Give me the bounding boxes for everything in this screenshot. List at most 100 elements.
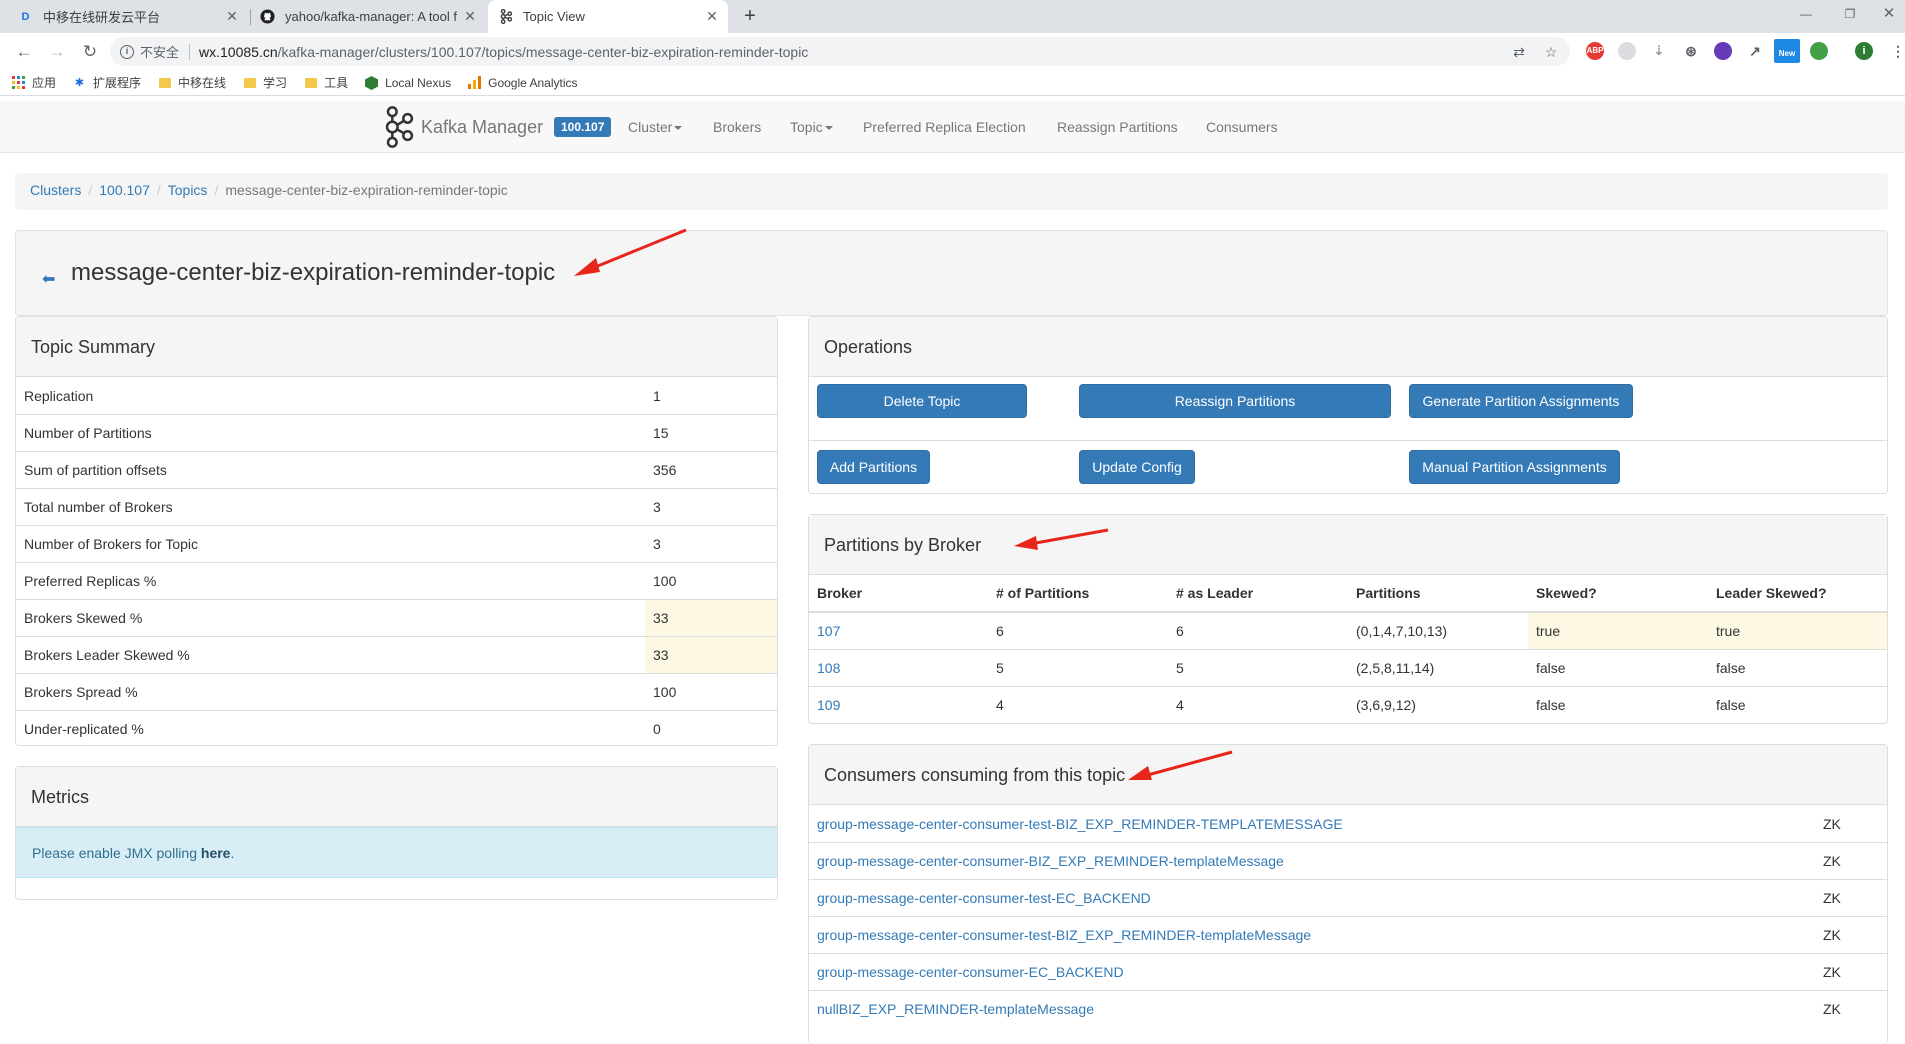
bookmark-label: 应用 [32,76,57,90]
breadcrumb-cluster[interactable]: 100.107 [99,182,150,201]
evernote-icon[interactable] [1810,42,1828,60]
address-bar[interactable]: i 不安全 wx.10085.cn/kafka-manager/clusters… [110,37,1570,66]
broker-link[interactable]: 109 [817,697,840,713]
breadcrumb-topics[interactable]: Topics [168,182,208,201]
panel-heading: Topic Summary [16,317,777,377]
breadcrumb-current: message-center-biz-expiration-reminder-t… [225,182,508,198]
nav-consumers[interactable]: Consumers [1206,101,1278,153]
summary-value: 33 [645,637,777,673]
table-row: 109 4 4 (3,6,9,12) false false [809,685,1887,723]
add-partitions-button[interactable]: Add Partitions [817,450,930,484]
panel-heading: Operations [809,317,1887,377]
summary-row: Total number of Brokers 3 [16,488,777,525]
column-header: # as Leader [1168,575,1348,613]
broker-link[interactable]: 108 [817,660,840,676]
delete-topic-button[interactable]: Delete Topic [817,384,1027,418]
consumer-link[interactable]: group-message-center-consumer-test-EC_BA… [809,890,1151,906]
reassign-partitions-button[interactable]: Reassign Partitions [1079,384,1391,418]
annotation-arrow [1014,528,1109,550]
close-tab-icon[interactable]: ✕ [704,8,720,24]
bookmark-star-icon[interactable]: ☆ [1542,43,1560,61]
nav-reassign-partitions[interactable]: Reassign Partitions [1057,101,1178,153]
extension-icon[interactable] [1618,42,1636,60]
back-icon[interactable]: ← [10,38,38,66]
back-arrow-icon[interactable]: ⬅ [42,269,55,289]
close-tab-icon[interactable]: ✕ [224,8,240,24]
bookmark-extensions[interactable]: ✱ 扩展程序 [73,74,141,91]
app-navbar: Kafka Manager 100.107 Cluster Brokers To… [0,101,1905,153]
table-cell: 6 [988,611,1168,649]
chart-extension-icon[interactable]: ↗ [1746,42,1764,60]
bookmark-folder[interactable]: 学习 [243,74,287,91]
breadcrumb-link[interactable]: 100.107 [99,182,150,198]
new-tab-button[interactable]: + [738,5,762,29]
summary-row: Number of Partitions 15 [16,414,777,451]
nav-topic-dropdown[interactable]: Topic [790,101,833,153]
summary-key: Under-replicated % [24,721,144,737]
browser-tab[interactable]: yahoo/kafka-manager: A tool f ✕ [250,0,486,33]
breadcrumb-clusters[interactable]: Clusters [30,182,81,201]
consumer-link[interactable]: group-message-center-consumer-test-BIZ_E… [809,927,1311,943]
browser-tab-bar: D 中移在线研发云平台 ✕ yahoo/kafka-manager: A too… [0,0,1905,33]
address-separator [189,43,191,60]
caret-down-icon [824,126,833,131]
adblock-icon[interactable]: ABP [1586,42,1604,60]
update-config-button[interactable]: Update Config [1079,450,1195,484]
consumer-row: group-message-center-consumer-BIZ_EXP_RE… [809,842,1887,879]
breadcrumb-link[interactable]: Topics [168,182,208,198]
close-tab-icon[interactable]: ✕ [462,8,478,24]
restore-icon[interactable]: ❐ [1834,0,1866,28]
table-cell: false [1708,648,1887,686]
table-cell: 5 [1168,648,1348,686]
broker-link[interactable]: 107 [817,623,840,639]
bookmark-apps[interactable]: 应用 [12,74,56,91]
url-host: wx.10085.cn [199,43,278,60]
jmx-alert: Please enable JMX polling here. [16,827,777,878]
new-extension-icon[interactable]: New [1774,39,1800,63]
bookmark-folder[interactable]: 工具 [304,74,348,91]
folder-icon [243,76,256,89]
translate-icon[interactable]: ⇄ [1510,43,1528,61]
summary-value: 3 [653,499,661,515]
consumer-link[interactable]: group-message-center-consumer-EC_BACKEND [809,964,1124,980]
brand-link[interactable]: Kafka Manager [383,101,543,153]
generate-partition-assignments-button[interactable]: Generate Partition Assignments [1409,384,1633,418]
manual-partition-assignments-button[interactable]: Manual Partition Assignments [1409,450,1620,484]
browser-tab-active[interactable]: Topic View ✕ [488,0,728,33]
tab-title: 中移在线研发云平台 [43,10,161,25]
consumer-link[interactable]: nullBIZ_EXP_REMINDER-templateMessage [809,1001,1094,1017]
broker-cell: 107 [809,611,988,649]
column-header: Broker [809,575,988,613]
info-icon[interactable]: i [120,44,134,59]
enable-jmx-link[interactable]: here [201,845,231,861]
bookmark-label: 学习 [263,76,288,90]
browser-tab[interactable]: D 中移在线研发云平台 ✕ [8,0,248,33]
cube-extension-icon[interactable] [1714,42,1732,60]
bookmark-analytics[interactable]: Google Analytics [468,76,578,90]
forward-icon[interactable]: → [43,38,71,66]
summary-table: Replication 1 Number of Partitions 15 Sum … [16,377,777,747]
breadcrumb-link[interactable]: Clusters [30,182,81,198]
summary-value: 0 [653,721,661,737]
nav-cluster-dropdown[interactable]: Cluster [628,101,683,153]
nav-brokers[interactable]: Brokers [713,101,761,153]
settings-extension-icon[interactable]: ⊛ [1682,42,1700,60]
close-window-icon[interactable]: ✕ [1873,0,1905,28]
bookmark-folder[interactable]: 中移在线 [158,74,226,91]
bookmark-nexus[interactable]: Local Nexus [365,75,451,90]
consumer-link[interactable]: group-message-center-consumer-BIZ_EXP_RE… [809,853,1284,869]
puzzle-icon: ✱ [74,77,85,89]
apps-grid-icon [12,76,25,89]
menu-kebab-icon[interactable]: ⋮ [1889,42,1905,60]
bookmark-label: 扩展程序 [93,76,142,90]
consumer-link[interactable]: group-message-center-consumer-test-BIZ_E… [809,816,1343,832]
table-cell: (3,6,9,12) [1348,685,1528,723]
nav-preferred-replica-election[interactable]: Preferred Replica Election [863,101,1026,153]
operations-divider [809,440,1887,441]
profile-avatar[interactable]: i [1855,42,1873,60]
table-row: 107 6 6 (0,1,4,7,10,13) true true [809,611,1887,649]
minimize-icon[interactable]: — [1790,0,1822,28]
reload-icon[interactable]: ↻ [76,38,104,66]
panel-heading: Consumers consuming from this topic [809,745,1887,805]
download-icon[interactable]: ⇣ [1650,42,1668,60]
